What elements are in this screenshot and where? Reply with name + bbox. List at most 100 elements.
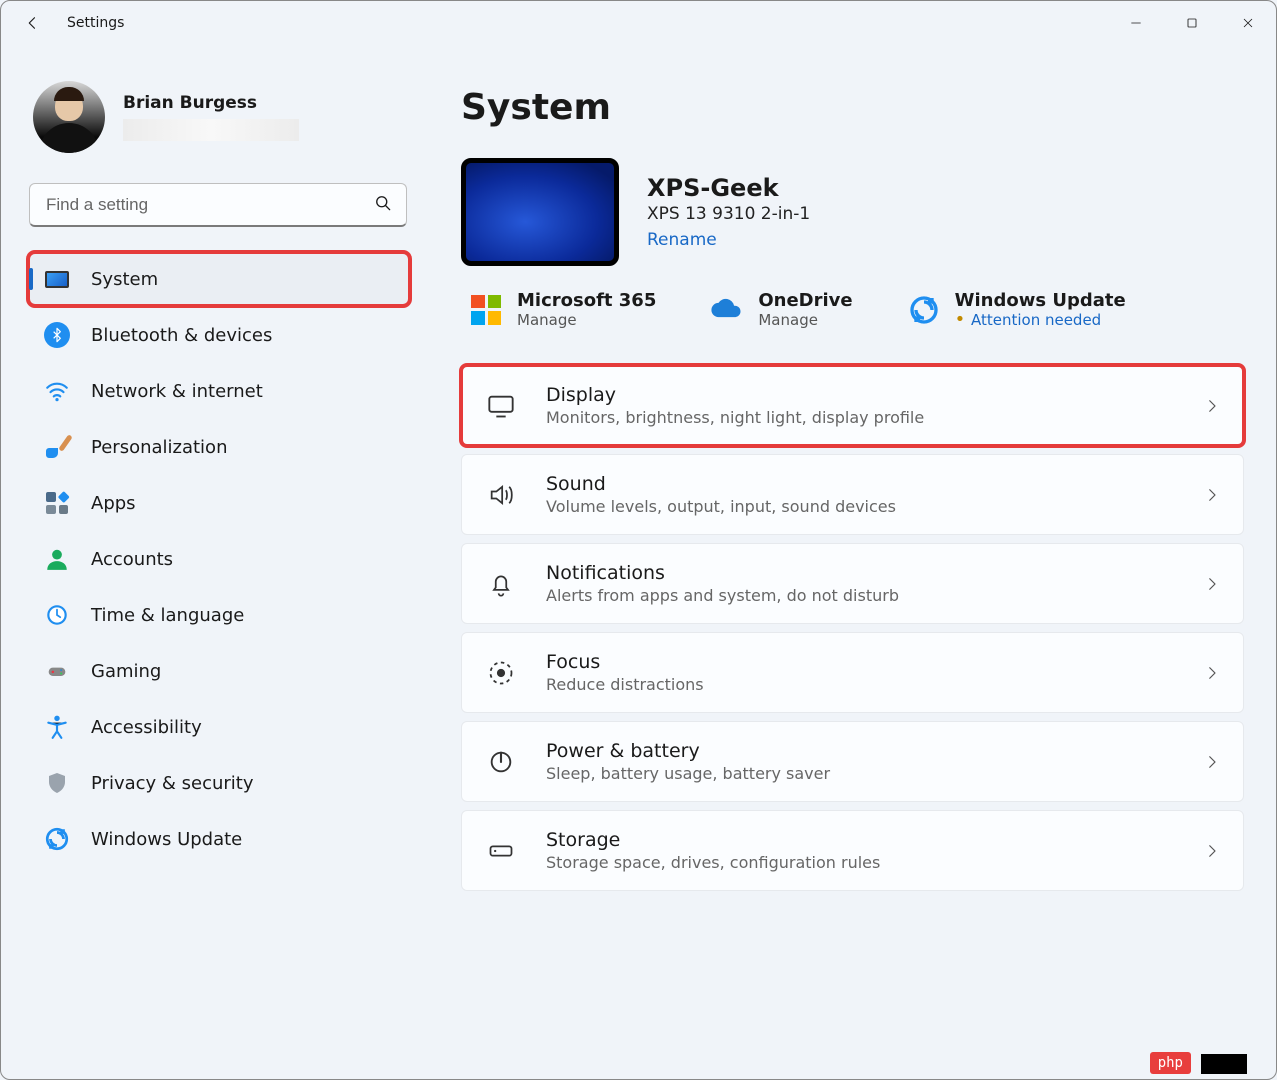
sidebar-item-apps[interactable]: Apps: [29, 477, 409, 529]
close-icon: [1240, 15, 1256, 31]
nav: System Bluetooth & devices Network & inter…: [29, 253, 417, 869]
card-title: Storage: [546, 829, 1175, 851]
maximize-icon: [1184, 15, 1200, 31]
service-subtitle: Attention needed: [955, 311, 1126, 329]
sidebar-item-label: Time & language: [91, 605, 244, 626]
bluetooth-icon: [43, 321, 71, 349]
sidebar-item-label: Bluetooth & devices: [91, 325, 272, 346]
card-title: Power & battery: [546, 740, 1175, 762]
close-button[interactable]: [1220, 1, 1276, 45]
rename-link[interactable]: Rename: [647, 230, 810, 250]
device-thumbnail: [461, 158, 619, 266]
power-icon: [484, 745, 518, 779]
ms365-icon: [469, 293, 503, 327]
service-onedrive[interactable]: OneDriveManage: [710, 290, 852, 329]
php-badge: php: [1150, 1052, 1191, 1074]
card-title: Sound: [546, 473, 1175, 495]
app-title: Settings: [67, 15, 124, 31]
settings-window: Settings Brian Burgess SystemBluet: [0, 0, 1277, 1080]
card-title: Display: [546, 384, 1175, 406]
titlebar: Settings: [1, 1, 1276, 45]
service-title: OneDrive: [758, 290, 852, 311]
card-title: Notifications: [546, 562, 1175, 584]
profile-email-redacted: [123, 119, 299, 141]
search-icon: [373, 193, 393, 217]
content: Brian Burgess System Bluetooth & devices N…: [1, 45, 1276, 1079]
sidebar-item-time-language[interactable]: Time & language: [29, 589, 409, 641]
sidebar-item-label: Accounts: [91, 549, 173, 570]
sound-icon: [484, 478, 518, 512]
device-info: XPS-Geek XPS 13 9310 2-in-1 Rename: [647, 174, 810, 250]
sidebar-item-label: Accessibility: [91, 717, 202, 738]
wifi-icon: [43, 377, 71, 405]
device-name: XPS-Geek: [647, 174, 810, 202]
minimize-icon: [1128, 15, 1144, 31]
service-microsoft-[interactable]: Microsoft 365Manage: [469, 290, 656, 329]
service-title: Microsoft 365: [517, 290, 656, 311]
profile[interactable]: Brian Burgess: [29, 45, 417, 179]
device-model: XPS 13 9310 2-in-1: [647, 204, 810, 224]
focus-icon: [484, 656, 518, 690]
sidebar-item-label: Apps: [91, 493, 136, 514]
chevron-right-icon: [1203, 486, 1221, 504]
sidebar-item-system[interactable]: System: [29, 253, 409, 305]
card-sound[interactable]: SoundVolume levels, output, input, sound…: [461, 454, 1244, 535]
search-box: [29, 183, 407, 227]
card-subtitle: Monitors, brightness, night light, displ…: [546, 408, 1175, 427]
person-icon: [43, 545, 71, 573]
services-row: Microsoft 365ManageOneDriveManageWindows…: [461, 290, 1244, 329]
chevron-right-icon: [1203, 575, 1221, 593]
globe-clock-icon: [43, 601, 71, 629]
service-windows-update[interactable]: Windows UpdateAttention needed: [907, 290, 1126, 329]
sidebar-item-network-internet[interactable]: Network & internet: [29, 365, 409, 417]
card-notifications[interactable]: Notifications Alerts from apps and system…: [461, 543, 1244, 624]
shield-icon: [43, 769, 71, 797]
sidebar-item-label: Personalization: [91, 437, 227, 458]
chevron-right-icon: [1203, 664, 1221, 682]
bell-icon: [484, 567, 518, 601]
card-subtitle: Storage space, drives, configuration rul…: [546, 853, 1175, 872]
sidebar: Brian Burgess System Bluetooth & devices N…: [1, 45, 421, 1079]
chevron-right-icon: [1203, 753, 1221, 771]
system-icon: [43, 265, 71, 293]
sidebar-item-label: Network & internet: [91, 381, 263, 402]
apps-icon: [43, 489, 71, 517]
window-controls: [1108, 1, 1276, 45]
sidebar-item-label: Privacy & security: [91, 773, 254, 794]
card-power-battery[interactable]: Power & batterySleep, battery usage, bat…: [461, 721, 1244, 802]
sidebar-item-privacy-security[interactable]: Privacy & security: [29, 757, 409, 809]
service-subtitle: Manage: [758, 311, 852, 329]
sidebar-item-accounts[interactable]: Accounts: [29, 533, 409, 585]
sidebar-item-bluetooth-devices[interactable]: Bluetooth & devices: [29, 309, 409, 361]
card-storage[interactable]: Storage Storage space, drives, configurat…: [461, 810, 1244, 891]
update-icon: [907, 293, 941, 327]
gamepad-icon: [43, 657, 71, 685]
settings-cards: Display Monitors, brightness, night light…: [461, 365, 1244, 891]
storage-icon: [484, 834, 518, 868]
black-badge: [1201, 1054, 1247, 1074]
paintbrush-icon: [43, 433, 71, 461]
minimize-button[interactable]: [1108, 1, 1164, 45]
accessibility-icon: [43, 713, 71, 741]
search-input[interactable]: [29, 183, 407, 227]
sidebar-item-windows-update[interactable]: Windows Update: [29, 813, 409, 865]
maximize-button[interactable]: [1164, 1, 1220, 45]
sidebar-item-label: Windows Update: [91, 829, 242, 850]
onedrive-icon: [710, 293, 744, 327]
sidebar-item-label: Gaming: [91, 661, 161, 682]
card-subtitle: Alerts from apps and system, do not dist…: [546, 586, 1175, 605]
back-arrow-icon: [24, 14, 42, 32]
update-icon: [43, 825, 71, 853]
sidebar-item-personalization[interactable]: Personalization: [29, 421, 409, 473]
card-title: Focus: [546, 651, 1175, 673]
card-display[interactable]: Display Monitors, brightness, night light…: [461, 365, 1244, 446]
card-focus[interactable]: FocusReduce distractions: [461, 632, 1244, 713]
chevron-right-icon: [1203, 842, 1221, 860]
sidebar-item-gaming[interactable]: Gaming: [29, 645, 409, 697]
back-button[interactable]: [13, 3, 53, 43]
avatar: [33, 81, 105, 153]
page-title: System: [461, 87, 1244, 128]
sidebar-item-accessibility[interactable]: Accessibility: [29, 701, 409, 753]
service-subtitle: Manage: [517, 311, 656, 329]
sidebar-item-label: System: [91, 269, 158, 290]
